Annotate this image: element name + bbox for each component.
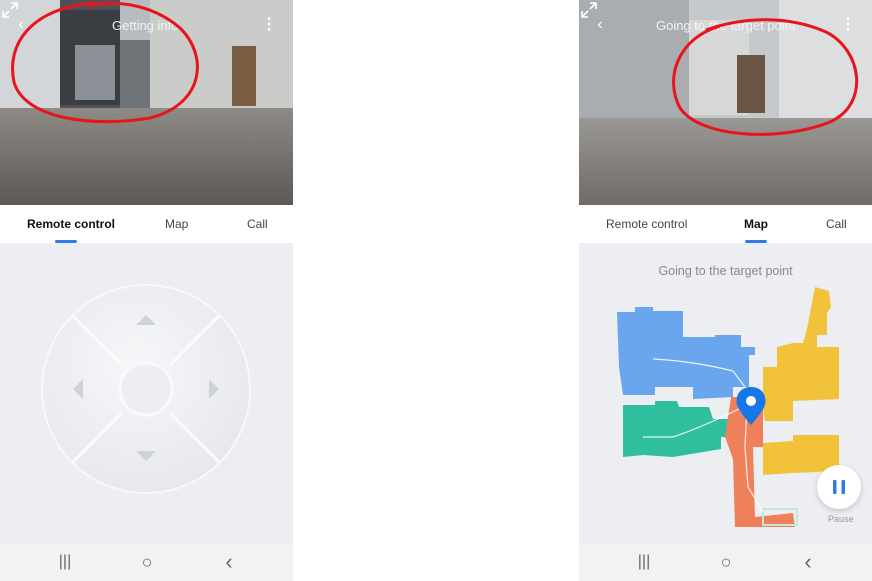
nav-back-icon[interactable]: ‹ xyxy=(214,543,244,581)
home-icon[interactable]: ○ xyxy=(132,543,162,581)
tab-call[interactable]: Call xyxy=(826,217,847,231)
map-room-teal xyxy=(623,401,731,457)
tab-bar: Remote control Map Call xyxy=(0,205,293,243)
left-screen: ‹ Getting info ⋮ Remote control Map Call xyxy=(0,0,293,581)
camera-feed: ‹ Getting info ⋮ xyxy=(0,0,293,205)
tab-call[interactable]: Call xyxy=(247,217,268,231)
pause-label: Pause xyxy=(828,514,854,524)
expand-icon[interactable] xyxy=(0,0,20,20)
map-room-yellow xyxy=(763,287,839,421)
pause-button[interactable] xyxy=(817,465,861,509)
expand-icon[interactable] xyxy=(579,0,599,20)
system-nav-bar: ||| ○ ‹ xyxy=(579,543,872,581)
pause-icon xyxy=(833,480,845,494)
system-nav-bar: ||| ○ ‹ xyxy=(0,543,293,581)
home-icon[interactable]: ○ xyxy=(711,543,741,581)
tab-remote-control[interactable]: Remote control xyxy=(606,217,687,231)
remote-control-panel xyxy=(0,243,293,543)
tab-bar: Remote control Map Call xyxy=(579,205,872,243)
camera-title: Getting info xyxy=(112,18,179,33)
camera-title: Going to the target point xyxy=(656,18,796,33)
map-room-blue xyxy=(617,307,755,399)
right-screen: ‹ Going to the target point ⋮ Remote con… xyxy=(579,0,872,581)
tab-map[interactable]: Map xyxy=(744,217,768,231)
floor-map[interactable] xyxy=(613,287,843,532)
status-text: Going to the target point xyxy=(658,264,793,278)
more-vert-icon[interactable]: ⋮ xyxy=(837,14,859,36)
tab-remote-control[interactable]: Remote control xyxy=(27,217,115,231)
tab-map[interactable]: Map xyxy=(165,217,188,231)
map-panel: Going to the target point Pause xyxy=(579,243,872,543)
recent-apps-icon[interactable]: ||| xyxy=(629,543,659,581)
camera-feed: ‹ Going to the target point ⋮ xyxy=(579,0,872,205)
more-vert-icon[interactable]: ⋮ xyxy=(258,14,280,36)
nav-back-icon[interactable]: ‹ xyxy=(793,543,823,581)
recent-apps-icon[interactable]: ||| xyxy=(50,543,80,581)
direction-pad[interactable] xyxy=(40,283,252,495)
